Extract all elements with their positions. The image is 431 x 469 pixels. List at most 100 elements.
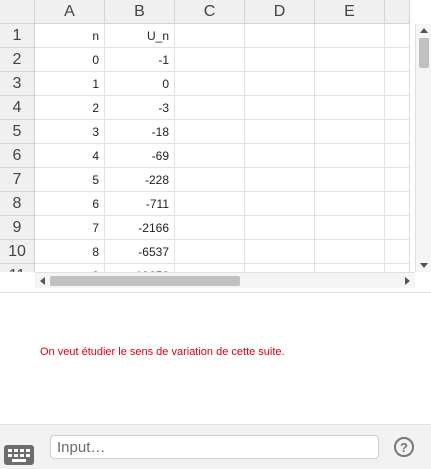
cell-e5[interactable] [315, 120, 385, 144]
column-header-e[interactable]: E [315, 0, 385, 24]
row-header[interactable]: 7 [0, 168, 35, 192]
cell-f9[interactable] [385, 216, 410, 240]
scroll-down-icon[interactable] [420, 263, 428, 268]
row-header[interactable]: 8 [0, 192, 35, 216]
select-all-corner[interactable] [0, 0, 35, 24]
cell-e3[interactable] [315, 72, 385, 96]
scroll-up-icon[interactable] [420, 28, 428, 33]
cell-f5[interactable] [385, 120, 410, 144]
cell-a9[interactable]: 7 [35, 216, 105, 240]
cell-c9[interactable] [175, 216, 245, 240]
row-header[interactable]: 10 [0, 240, 35, 264]
cell-b10[interactable]: -6537 [105, 240, 175, 264]
cell-b9[interactable]: -2166 [105, 216, 175, 240]
horizontal-scroll-thumb[interactable] [50, 276, 240, 286]
cell-b3[interactable]: 0 [105, 72, 175, 96]
cell-c10[interactable] [175, 240, 245, 264]
cell-f2[interactable] [385, 48, 410, 72]
column-header-f[interactable] [385, 0, 410, 24]
column-header-a[interactable]: A [35, 0, 105, 24]
cell-e6[interactable] [315, 144, 385, 168]
cell-b1[interactable]: U_n [105, 24, 175, 48]
cell-f7[interactable] [385, 168, 410, 192]
cell-a6[interactable]: 4 [35, 144, 105, 168]
row-header[interactable]: 4 [0, 96, 35, 120]
cell-b2[interactable]: -1 [105, 48, 175, 72]
cell-d3[interactable] [245, 72, 315, 96]
cell-c7[interactable] [175, 168, 245, 192]
cell-b11[interactable]: -19656 [105, 264, 175, 272]
cell-c5[interactable] [175, 120, 245, 144]
cell-a11[interactable]: 9 [35, 264, 105, 272]
cell-e10[interactable] [315, 240, 385, 264]
table-row: 10 8 -6537 [0, 240, 415, 264]
input-field[interactable] [50, 435, 379, 459]
cell-e2[interactable] [315, 48, 385, 72]
cell-e9[interactable] [315, 216, 385, 240]
cell-c6[interactable] [175, 144, 245, 168]
cell-f6[interactable] [385, 144, 410, 168]
cell-d6[interactable] [245, 144, 315, 168]
cell-c8[interactable] [175, 192, 245, 216]
cell-f1[interactable] [385, 24, 410, 48]
cell-a8[interactable]: 6 [35, 192, 105, 216]
cell-d10[interactable] [245, 240, 315, 264]
cell-a2[interactable]: 0 [35, 48, 105, 72]
cell-f10[interactable] [385, 240, 410, 264]
scroll-right-icon[interactable] [405, 277, 410, 285]
keyboard-key [8, 449, 12, 452]
cell-b6[interactable]: -69 [105, 144, 175, 168]
cell-d2[interactable] [245, 48, 315, 72]
cell-f11[interactable] [385, 264, 410, 272]
cell-b4[interactable]: -3 [105, 96, 175, 120]
cell-b8[interactable]: -711 [105, 192, 175, 216]
cell-a5[interactable]: 3 [35, 120, 105, 144]
cell-a7[interactable]: 5 [35, 168, 105, 192]
column-header-b[interactable]: B [105, 0, 175, 24]
row-header[interactable]: 6 [0, 144, 35, 168]
table-row: 5 3 -18 [0, 120, 415, 144]
cell-a10[interactable]: 8 [35, 240, 105, 264]
cell-f8[interactable] [385, 192, 410, 216]
table-row: 3 1 0 [0, 72, 415, 96]
cell-c11[interactable] [175, 264, 245, 272]
row-header[interactable]: 2 [0, 48, 35, 72]
keyboard-key [14, 454, 18, 457]
row-header[interactable]: 5 [0, 120, 35, 144]
cell-d7[interactable] [245, 168, 315, 192]
cell-c4[interactable] [175, 96, 245, 120]
cell-a4[interactable]: 2 [35, 96, 105, 120]
horizontal-scrollbar[interactable] [35, 272, 415, 288]
cell-a3[interactable]: 1 [35, 72, 105, 96]
cell-b7[interactable]: -228 [105, 168, 175, 192]
cell-e4[interactable] [315, 96, 385, 120]
cell-c3[interactable] [175, 72, 245, 96]
cell-d11[interactable] [245, 264, 315, 272]
cell-d8[interactable] [245, 192, 315, 216]
cell-d9[interactable] [245, 216, 315, 240]
keyboard-icon[interactable] [4, 445, 34, 465]
cell-a1[interactable]: n [35, 24, 105, 48]
column-header-c[interactable]: C [175, 0, 245, 24]
cell-e8[interactable] [315, 192, 385, 216]
cell-d4[interactable] [245, 96, 315, 120]
cell-d1[interactable] [245, 24, 315, 48]
cell-e1[interactable] [315, 24, 385, 48]
cell-e11[interactable] [315, 264, 385, 272]
row-header[interactable]: 1 [0, 24, 35, 48]
cell-c1[interactable] [175, 24, 245, 48]
vertical-scroll-thumb[interactable] [419, 38, 429, 68]
cell-b5[interactable]: -18 [105, 120, 175, 144]
cell-f3[interactable] [385, 72, 410, 96]
cell-f4[interactable] [385, 96, 410, 120]
cell-d5[interactable] [245, 120, 315, 144]
column-header-d[interactable]: D [245, 0, 315, 24]
vertical-scrollbar[interactable] [415, 24, 431, 272]
cell-c2[interactable] [175, 48, 245, 72]
row-header[interactable]: 11 [0, 264, 35, 272]
row-header[interactable]: 9 [0, 216, 35, 240]
cell-e7[interactable] [315, 168, 385, 192]
scroll-left-icon[interactable] [40, 277, 45, 285]
row-header[interactable]: 3 [0, 72, 35, 96]
help-icon[interactable]: ? [394, 437, 414, 457]
